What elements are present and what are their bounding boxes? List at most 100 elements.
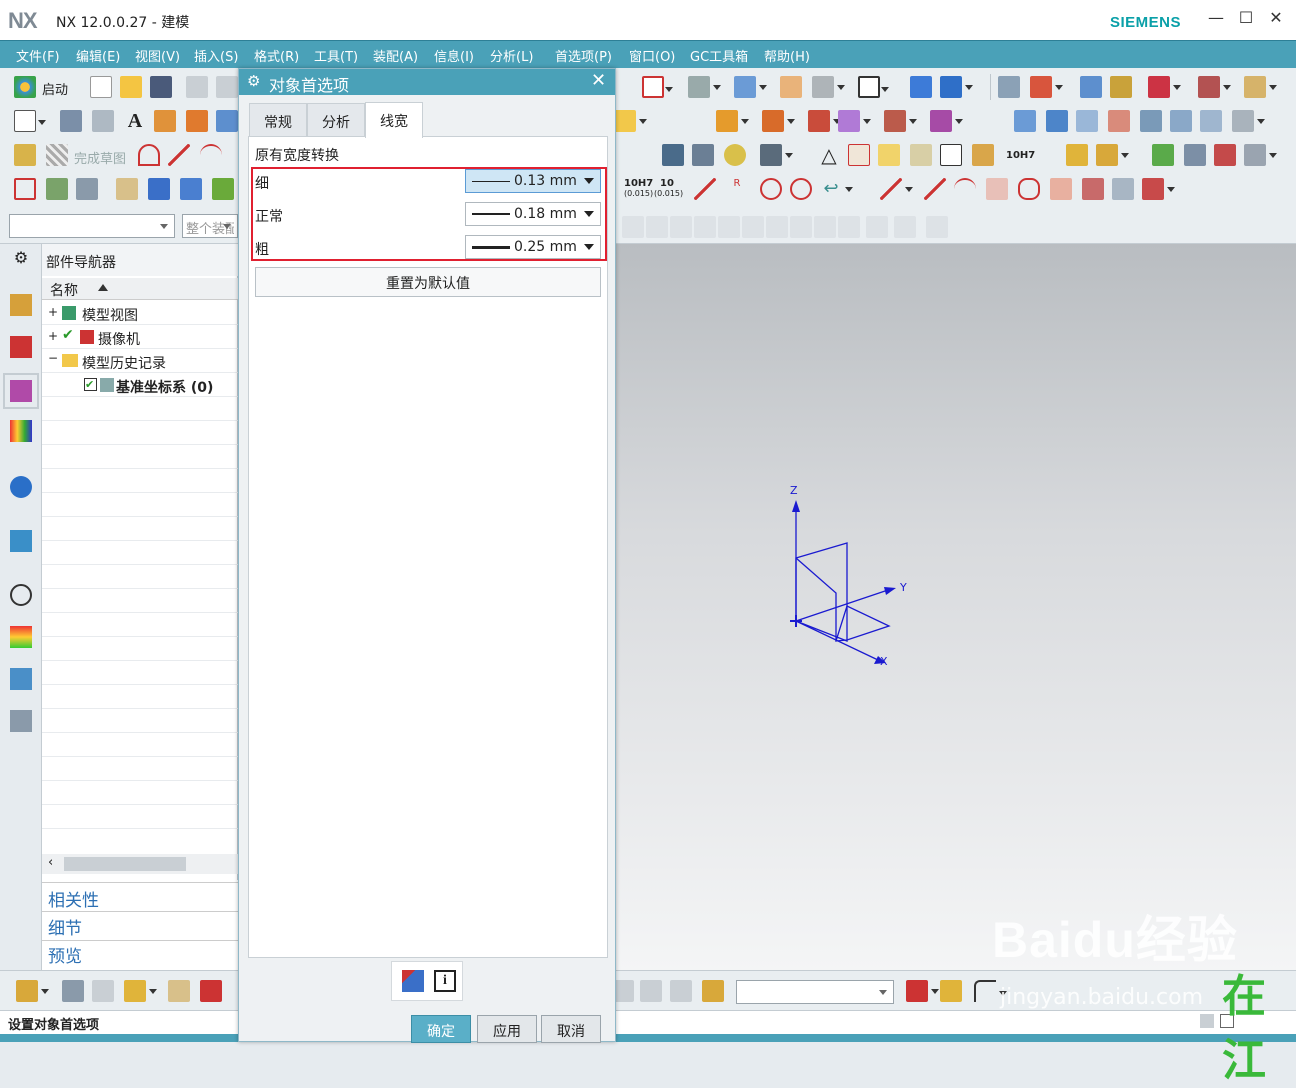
thick-width-select[interactable]: 0.25 mm xyxy=(465,235,601,259)
profile-icon[interactable] xyxy=(138,144,160,166)
measure-icon[interactable] xyxy=(1080,76,1102,98)
polyline-icon[interactable] xyxy=(986,178,1008,200)
settings-gear-icon[interactable]: ⚙ xyxy=(10,248,32,270)
snap-control-icon[interactable] xyxy=(718,216,740,238)
checkmark-icon[interactable]: ✔ xyxy=(62,327,74,343)
new-file-icon[interactable] xyxy=(90,76,112,98)
diameter-icon[interactable] xyxy=(760,178,782,200)
text-icon[interactable]: A xyxy=(124,110,146,132)
sort-asc-icon[interactable] xyxy=(98,284,108,291)
thin-width-select[interactable]: 0.13 mm xyxy=(465,169,601,193)
status-icon-1[interactable] xyxy=(1200,1014,1214,1028)
constraint-navigator-icon[interactable] xyxy=(10,336,32,358)
bottom-filter-select[interactable] xyxy=(736,980,894,1004)
assembly-nav-icon[interactable] xyxy=(998,76,1020,98)
chevron-down-icon[interactable] xyxy=(584,178,594,184)
menu-gc-toolbox[interactable]: GC工具箱 xyxy=(690,46,748,65)
render-mode-icon[interactable] xyxy=(688,76,721,98)
menu-view[interactable]: 视图(V) xyxy=(135,46,180,65)
tab-line-width[interactable]: 线宽 xyxy=(365,102,423,138)
tolerance-label[interactable]: 10H7 xyxy=(1006,150,1035,161)
fit-view-icon[interactable] xyxy=(642,76,673,98)
curve-icon[interactable] xyxy=(1018,178,1040,200)
expand-icon[interactable]: + xyxy=(48,329,58,343)
snap-plus-icon[interactable] xyxy=(838,216,860,238)
hole-icon[interactable] xyxy=(614,110,647,132)
panel-preview[interactable]: 预览 xyxy=(48,942,82,967)
add-component-icon[interactable] xyxy=(124,980,157,1002)
section-view-icon[interactable] xyxy=(910,76,932,98)
collapse-icon[interactable]: − xyxy=(48,351,58,365)
surface-icon[interactable] xyxy=(1014,110,1036,132)
expand-arrow-icon[interactable] xyxy=(906,980,939,1002)
snap-cross-icon[interactable] xyxy=(814,216,836,238)
check-icon[interactable] xyxy=(1152,144,1174,166)
datum-axis-icon[interactable] xyxy=(92,110,114,132)
copy-icon[interactable] xyxy=(216,76,238,98)
ruler-icon[interactable] xyxy=(1244,76,1277,98)
frame-icon[interactable] xyxy=(14,178,36,200)
reset-defaults-button[interactable]: 重置为默认值 xyxy=(255,267,601,297)
radius-icon[interactable]: R xyxy=(726,178,748,200)
tag-icon[interactable] xyxy=(116,178,138,200)
face-icon[interactable] xyxy=(1076,110,1098,132)
revolve-icon[interactable] xyxy=(186,110,208,132)
sketch-icon[interactable] xyxy=(14,110,46,132)
dimension-icon[interactable] xyxy=(1198,76,1231,98)
menu-tools[interactable]: 工具(T) xyxy=(314,46,358,65)
move-icon[interactable] xyxy=(148,178,170,200)
snap-curve-tool-icon[interactable] xyxy=(974,980,1007,1002)
panel-details[interactable]: 细节 xyxy=(48,914,82,939)
tree-item-cameras[interactable]: + ✔ 摄像机 xyxy=(42,325,238,349)
paint-icon[interactable] xyxy=(212,178,234,200)
panel-dependencies[interactable]: 相关性 xyxy=(48,886,99,911)
start-menu-label[interactable]: 启动 xyxy=(42,79,68,98)
snap-grid-icon[interactable] xyxy=(926,216,948,238)
work-section-icon[interactable] xyxy=(940,76,973,98)
finish-sketch-label[interactable]: 完成草图 xyxy=(74,148,126,167)
tolerance-10h7[interactable]: 10H7 xyxy=(624,178,653,189)
undo-arrow-icon[interactable]: ↩ xyxy=(820,178,853,200)
finish-sketch-icon[interactable] xyxy=(46,144,68,166)
coil-icon[interactable] xyxy=(692,144,714,166)
menu-help[interactable]: 帮助(H) xyxy=(764,46,810,65)
part-navigator-icon[interactable] xyxy=(3,373,39,409)
snap-mid-icon[interactable] xyxy=(670,216,692,238)
subtract-icon[interactable] xyxy=(930,110,963,132)
dialog-close-button[interactable]: ✕ xyxy=(591,70,606,91)
unite-icon[interactable] xyxy=(884,110,917,132)
diameter2-icon[interactable] xyxy=(790,178,812,200)
menu-edit[interactable]: 编辑(E) xyxy=(76,46,120,65)
info-icon[interactable] xyxy=(10,476,32,498)
snap-intersect-icon[interactable] xyxy=(742,216,764,238)
layer-icon[interactable] xyxy=(780,76,802,98)
datum-csys[interactable] xyxy=(616,244,1296,972)
thicken-icon[interactable] xyxy=(1170,110,1192,132)
chevron-down-icon[interactable] xyxy=(584,244,594,250)
snap-curve-icon[interactable] xyxy=(694,216,716,238)
tree-item-model-views[interactable]: + 模型视图 xyxy=(42,301,238,325)
grid-icon[interactable] xyxy=(1214,144,1236,166)
web-browser-icon[interactable] xyxy=(10,530,32,552)
column-header[interactable]: 名称 xyxy=(42,278,238,300)
sketch-task-icon[interactable] xyxy=(14,144,36,166)
horizontal-scrollbar[interactable]: ‹ xyxy=(42,854,238,874)
intersect-icon[interactable] xyxy=(1112,178,1134,200)
spline-icon[interactable] xyxy=(1050,178,1072,200)
fastener-icon[interactable] xyxy=(760,144,793,166)
assembly-load-icon[interactable] xyxy=(62,980,84,1002)
arc-icon[interactable] xyxy=(200,144,222,166)
history-icon[interactable] xyxy=(10,584,32,606)
constraint-icon[interactable] xyxy=(200,980,222,1002)
type-filter-select[interactable] xyxy=(9,214,175,238)
checkbox-checked-icon[interactable]: ✔ xyxy=(84,378,97,391)
palette-icon[interactable] xyxy=(1110,76,1132,98)
layers-icon[interactable] xyxy=(46,178,68,200)
tolerance-10[interactable]: 10 xyxy=(660,178,674,189)
hammer-icon[interactable] xyxy=(180,178,202,200)
save-icon[interactable] xyxy=(150,76,172,98)
system-scene-icon[interactable] xyxy=(10,710,32,732)
expand-icon[interactable]: + xyxy=(48,305,58,319)
info-icon[interactable]: i xyxy=(434,970,456,992)
dialog-title-bar[interactable]: ⚙ 对象首选项 ✕ xyxy=(239,69,615,95)
